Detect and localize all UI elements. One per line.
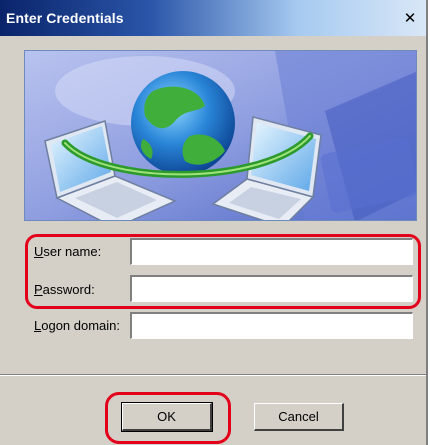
- network-globe-icon: [25, 51, 416, 220]
- logon-domain-field[interactable]: [130, 312, 413, 339]
- ok-button[interactable]: OK: [121, 402, 213, 432]
- title-bar[interactable]: Enter Credentials ✕: [0, 0, 426, 36]
- cancel-button[interactable]: Cancel: [254, 403, 344, 431]
- password-label: Password:: [34, 282, 95, 297]
- password-mnemonic: P: [34, 282, 43, 297]
- credentials-dialog: Enter Credentials ✕ User name: Password:…: [0, 0, 428, 445]
- close-icon[interactable]: ✕: [400, 8, 420, 28]
- username-mnemonic: U: [34, 244, 44, 259]
- logon-domain-label-text: ogon domain:: [41, 318, 121, 333]
- logon-domain-label: Logon domain:: [34, 318, 120, 333]
- username-field[interactable]: [130, 238, 413, 265]
- password-field[interactable]: [130, 275, 413, 302]
- username-label-text: ser name:: [43, 244, 102, 259]
- username-label: User name:: [34, 244, 101, 259]
- password-label-text: assword:: [42, 282, 95, 297]
- divider: [0, 374, 426, 376]
- network-banner-image: [24, 50, 417, 221]
- dialog-title: Enter Credentials: [6, 10, 124, 26]
